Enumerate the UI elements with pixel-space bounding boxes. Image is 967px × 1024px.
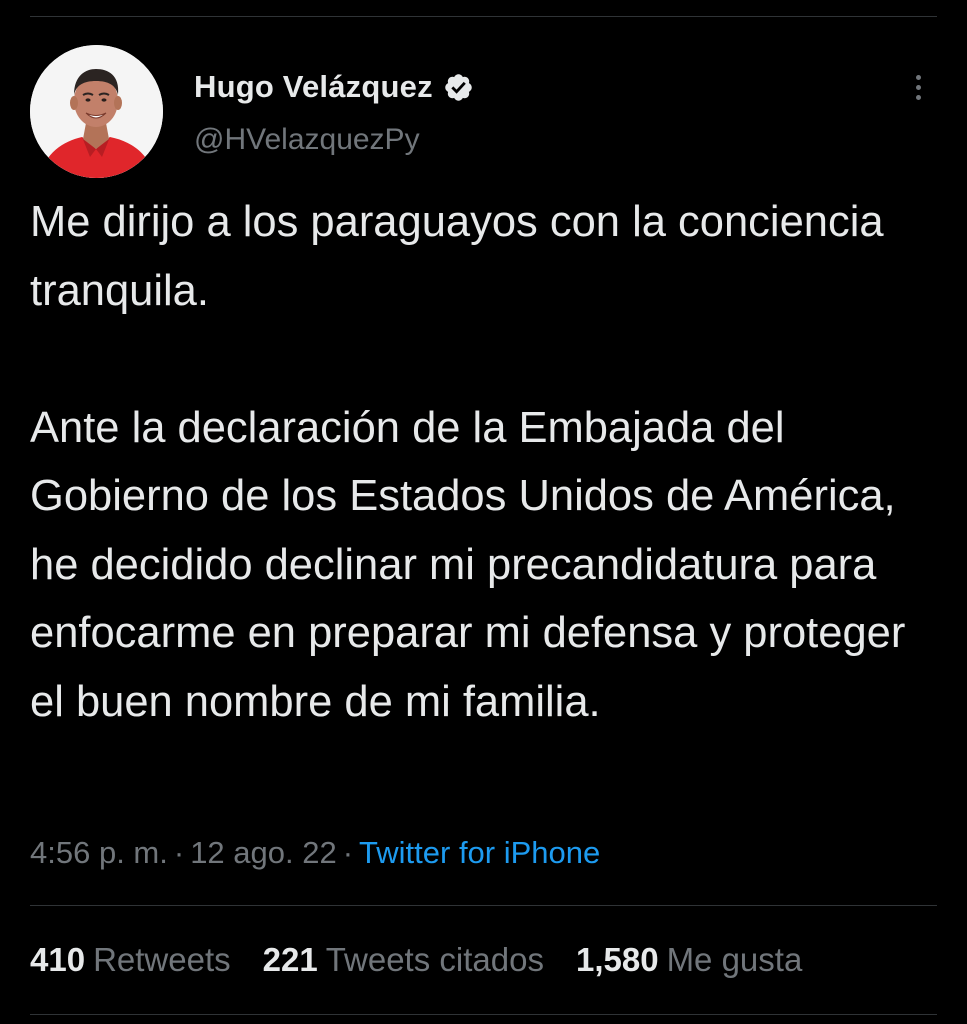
more-vertical-icon <box>915 74 921 80</box>
more-vertical-icon-dot <box>915 94 921 100</box>
meta-separator: · <box>173 835 185 870</box>
likes-label: Me gusta <box>666 941 803 978</box>
name-row: Hugo Velázquez <box>194 67 474 107</box>
tweet-paragraph: Me dirijo a los paraguayos con la concie… <box>30 198 884 315</box>
display-name[interactable]: Hugo Velázquez <box>194 69 433 105</box>
likes-count: 1,580 <box>575 941 659 978</box>
avatar[interactable] <box>30 45 163 178</box>
retweets-count: 410 <box>30 941 86 978</box>
tweet-header: Hugo Velázquez @HVelazquezPy <box>30 45 937 180</box>
retweets-label: Retweets <box>93 941 231 978</box>
tweet-meta: 4:56 p. m. · 12 ago. 22 · Twitter for iPhone <box>30 830 600 876</box>
tweet-stats: 410 Retweets 221 Tweets citados 1,580 Me gu… <box>30 935 834 985</box>
tweet-paragraph: Ante la declaración de la Embajada del G… <box>30 403 906 726</box>
meta-separator: · <box>342 835 354 870</box>
more-vertical-icon-dot <box>915 84 921 90</box>
profile-photo-icon <box>30 45 163 178</box>
tweet-text: Me dirijo a los paraguayos con la concie… <box>30 188 930 736</box>
top-divider <box>30 16 937 17</box>
retweets-stat[interactable]: 410 Retweets <box>30 935 231 985</box>
user-handle[interactable]: @HVelazquezPy <box>194 123 420 157</box>
tweet-source-link[interactable]: Twitter for iPhone <box>359 835 600 870</box>
more-options-button[interactable] <box>904 67 932 107</box>
tweet-time[interactable]: 4:56 p. m. <box>30 835 168 870</box>
bottom-divider <box>30 1014 937 1015</box>
tweet-date[interactable]: 12 ago. 22 <box>190 835 337 870</box>
stats-divider <box>30 905 937 906</box>
likes-stat[interactable]: 1,580 Me gusta <box>576 935 802 985</box>
quote-tweets-stat[interactable]: 221 Tweets citados <box>263 935 544 985</box>
verified-badge-icon <box>443 72 474 103</box>
quote-tweets-count: 221 <box>262 941 318 978</box>
quote-tweets-label: Tweets citados <box>325 941 544 978</box>
